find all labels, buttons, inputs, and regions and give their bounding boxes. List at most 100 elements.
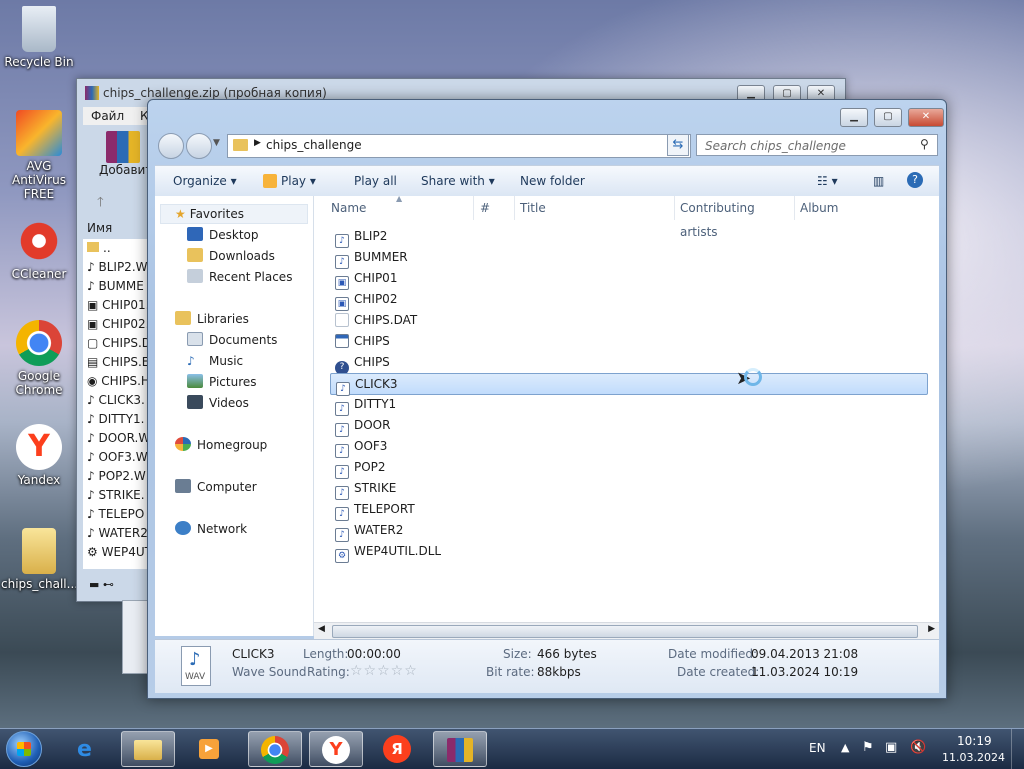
list-item[interactable]: ▢ CHIPS.D	[83, 334, 147, 353]
file-row[interactable]: ♪ DITTY1	[330, 394, 926, 416]
list-item[interactable]: ♪ STRIKE.	[83, 486, 147, 505]
nav-item-network[interactable]: Network	[175, 519, 247, 539]
nav-item-homegroup[interactable]: Homegroup	[175, 435, 267, 455]
desktop-icon-avg[interactable]: AVG AntiVirus FREE	[1, 110, 77, 201]
organize-button[interactable]: Organize ▾	[173, 166, 237, 196]
column-header-album[interactable]: Album	[795, 196, 925, 220]
nav-item-favorites[interactable]: ★ Favorites	[175, 204, 244, 224]
list-item[interactable]: ♪ BLIP2.W	[83, 258, 147, 277]
list-item[interactable]: ♪ OOF3.W	[83, 448, 147, 467]
volume-muted-icon[interactable]: 🔇	[910, 740, 926, 755]
nav-item-videos[interactable]: Videos	[187, 393, 249, 413]
breadcrumb[interactable]: chips_challenge	[266, 138, 362, 152]
column-header-number[interactable]: #	[475, 196, 515, 220]
play-button[interactable]: Play ▾	[263, 166, 316, 196]
explorer-minimize-button[interactable]: ▁	[840, 108, 868, 127]
file-row[interactable]: ♪ POP2	[330, 457, 926, 479]
list-item[interactable]: ◉ CHIPS.H	[83, 372, 147, 391]
new-folder-button[interactable]: New folder	[520, 166, 585, 196]
nav-item-libraries[interactable]: Libraries	[175, 309, 249, 329]
explorer-window[interactable]: ▁ ▢ ✕ ▼ ▶ chips_challenge ▼ ⇆ Search chi…	[147, 99, 947, 699]
file-row[interactable]: ▣ CHIP01	[330, 268, 926, 290]
scroll-right-icon[interactable]: ▶	[928, 624, 935, 634]
desktop-icon-chips-folder[interactable]: chips_chall...	[1, 528, 78, 591]
preview-pane-icon[interactable]: ▥	[873, 166, 884, 196]
file-row[interactable]: ♪ BLIP2	[330, 226, 926, 248]
list-item[interactable]: ♪ CLICK3.	[83, 391, 147, 410]
search-input[interactable]: Search chips_challenge	[696, 134, 938, 156]
list-item[interactable]: ♪ TELEPO	[83, 505, 147, 524]
scroll-thumb[interactable]	[332, 625, 918, 638]
desktop-icon-ccleaner[interactable]: CCleaner	[1, 218, 77, 281]
desktop-icon-recycle-bin[interactable]: Recycle Bin	[1, 6, 77, 69]
file-row[interactable]: CHIPS.DAT	[330, 310, 926, 330]
file-row[interactable]: ♪ TELEPORT	[330, 499, 926, 521]
start-button[interactable]	[6, 731, 42, 767]
taskbar-ie-button[interactable]: e	[62, 731, 116, 767]
nav-item-music[interactable]: ♪ Music	[187, 351, 243, 371]
scroll-left-icon[interactable]: ◀	[318, 624, 325, 634]
taskbar-yandex-browser-button[interactable]: Я	[371, 731, 425, 767]
network-tray-icon[interactable]: ▣	[885, 740, 897, 755]
winrar-up-icon[interactable]: 🡑	[97, 193, 104, 215]
file-row[interactable]: ♪ OOF3	[330, 436, 926, 458]
audio-file-icon: ♪	[335, 465, 349, 479]
menu-file[interactable]: Файл	[91, 109, 124, 123]
column-header-contributing-artists[interactable]: Contributing artists	[675, 196, 795, 239]
play-all-button[interactable]: Play all	[354, 166, 397, 196]
winrar-add-button[interactable]: Добавит	[95, 131, 152, 183]
nav-item-documents[interactable]: Documents	[187, 330, 277, 350]
file-row[interactable]: ⚙ WEP4UTIL.DLL	[330, 541, 926, 563]
show-hidden-icons-icon[interactable]: ▲	[841, 741, 849, 754]
rating-stars[interactable]: ☆☆☆☆☆	[350, 663, 418, 679]
file-row[interactable]: CHIPS	[330, 331, 926, 351]
refresh-button[interactable]: ⇆	[667, 134, 689, 156]
list-item[interactable]: ..	[83, 239, 147, 258]
desktop-icon-yandex[interactable]: Y Yandex	[1, 424, 77, 487]
list-item[interactable]: ♪ DITTY1.	[83, 410, 147, 429]
taskbar-chrome-button[interactable]	[248, 731, 302, 767]
desktop-icon-chrome[interactable]: Google Chrome	[1, 320, 77, 397]
file-row[interactable]: ♪ WATER2	[330, 520, 926, 542]
file-row[interactable]: ♪ DOOR	[330, 415, 926, 437]
forward-button[interactable]	[186, 133, 212, 159]
horizontal-scrollbar[interactable]: ◀ ▶	[314, 622, 939, 640]
file-row[interactable]: ♪ STRIKE	[330, 478, 926, 500]
explorer-close-button[interactable]: ✕	[908, 108, 944, 127]
language-indicator[interactable]: EN	[809, 741, 826, 755]
nav-item-downloads[interactable]: Downloads	[187, 246, 275, 266]
taskbar-winrar-button[interactable]	[433, 731, 487, 767]
taskbar-explorer-button[interactable]	[121, 731, 175, 767]
taskbar-yandex-button[interactable]: Y	[309, 731, 363, 767]
file-row[interactable]: ▣ CHIP02	[330, 289, 926, 311]
clock-date[interactable]: 11.03.2024	[942, 751, 1005, 764]
list-item[interactable]: ♪ POP2.W	[83, 467, 147, 486]
column-header-title[interactable]: Title	[515, 196, 675, 220]
help-icon[interactable]: ?	[907, 172, 923, 188]
winrar-column-name[interactable]: Имя	[87, 221, 112, 235]
nav-item-computer[interactable]: Computer	[175, 477, 257, 497]
nav-item-recent-places[interactable]: Recent Places	[187, 267, 292, 287]
list-item[interactable]: ▤ CHIPS.E	[83, 353, 147, 372]
file-row-selected[interactable]: ♪ CLICK3	[330, 373, 928, 396]
clock-time[interactable]: 10:19	[957, 734, 992, 748]
list-item[interactable]: ▣ CHIP02.	[83, 315, 147, 334]
taskbar-media-player-button[interactable]: ▶	[183, 731, 237, 767]
view-options-icon[interactable]: ☷ ▾	[817, 166, 838, 196]
explorer-maximize-button[interactable]: ▢	[874, 108, 902, 127]
share-with-button[interactable]: Share with ▾	[421, 166, 495, 196]
address-bar[interactable]: ▶ chips_challenge ▼	[227, 134, 691, 158]
nav-item-pictures[interactable]: Pictures	[187, 372, 257, 392]
file-row[interactable]: ? CHIPS	[330, 352, 926, 375]
list-item[interactable]: ♪ WATER2	[83, 524, 147, 543]
list-item[interactable]: ▣ CHIP01.	[83, 296, 147, 315]
file-row[interactable]: ♪ BUMMER	[330, 247, 926, 269]
back-button[interactable]	[158, 133, 184, 159]
list-item[interactable]: ♪ DOOR.W	[83, 429, 147, 448]
nav-item-desktop[interactable]: Desktop	[187, 225, 259, 245]
show-desktop-button[interactable]	[1011, 729, 1024, 769]
list-item[interactable]: ⚙ WEP4UTI	[83, 543, 147, 562]
list-item[interactable]: ♪ BUMME	[83, 277, 147, 296]
action-center-flag-icon[interactable]: ⚑	[862, 740, 874, 755]
history-dropdown-icon[interactable]: ▼	[213, 138, 220, 148]
